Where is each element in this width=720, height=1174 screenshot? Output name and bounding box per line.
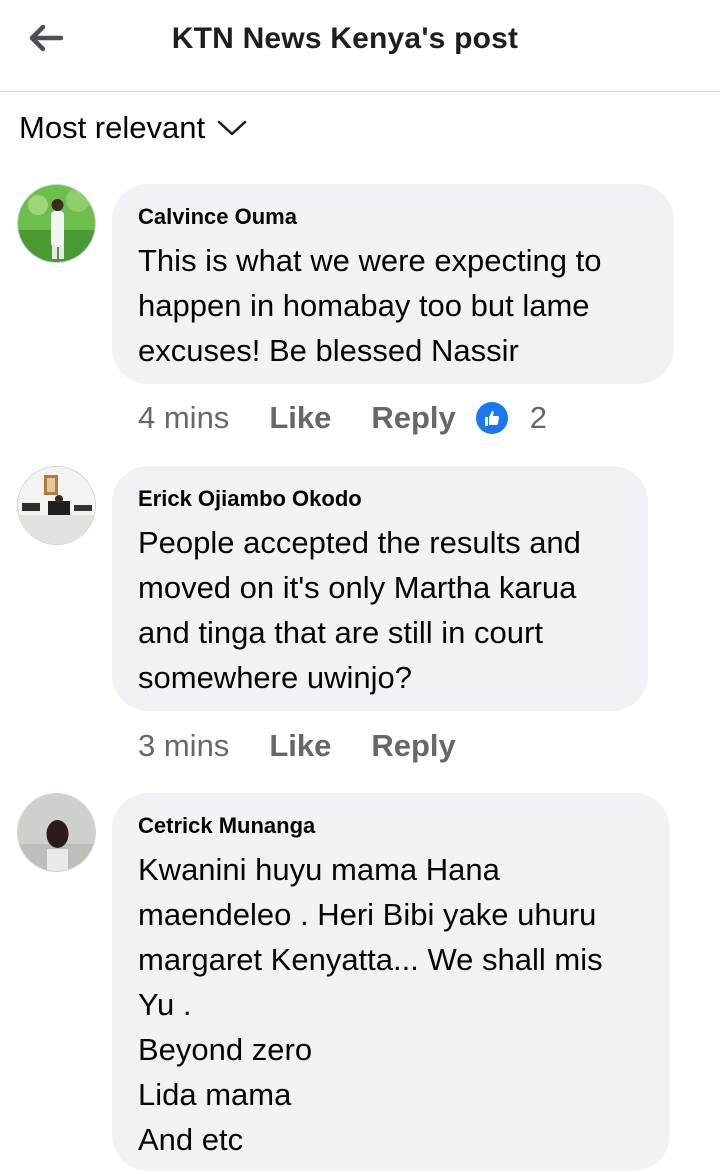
comment-bubble: Erick Ojiambo Okodo People accepted the … <box>112 466 648 711</box>
avatar[interactable] <box>17 184 96 263</box>
reply-button[interactable]: Reply <box>371 728 455 764</box>
sort-label: Most relevant <box>19 110 206 145</box>
comment-author[interactable]: Calvince Ouma <box>138 202 648 232</box>
page-title: KTN News Kenya's post <box>171 22 519 55</box>
like-button[interactable]: Like <box>269 400 331 436</box>
comment-text: Kwanini huyu mama Hana maendeleo . Heri … <box>138 852 603 1157</box>
top-bar: KTN News Kenya's post <box>0 0 720 92</box>
comment-text: People accepted the results and moved on… <box>138 525 581 695</box>
sort-dropdown[interactable]: Most relevant <box>19 108 247 148</box>
comment-actions: 3 mins Like Reply <box>138 728 496 764</box>
comment-timestamp[interactable]: 4 mins <box>138 400 229 436</box>
comment-bubble: Cetrick Munanga Kwanini huyu mama Hana m… <box>112 793 670 1171</box>
comment-author[interactable]: Cetrick Munanga <box>138 811 644 841</box>
avatar[interactable] <box>17 466 96 545</box>
thumbs-up-icon <box>475 402 508 434</box>
comment-bubble: Calvince Ouma This is what we were expec… <box>112 184 674 384</box>
reaction-count: 2 <box>529 400 548 435</box>
reply-button[interactable]: Reply <box>371 400 455 436</box>
comment-text: This is what we were expecting to happen… <box>138 243 602 368</box>
comment-timestamp[interactable]: 3 mins <box>138 728 229 764</box>
reactions-summary[interactable]: 2 <box>475 400 548 436</box>
comment-actions: 4 mins Like Reply 2 <box>138 400 547 436</box>
comment-author[interactable]: Erick Ojiambo Okodo <box>138 484 622 514</box>
like-button[interactable]: Like <box>269 728 331 764</box>
chevron-down-icon <box>217 120 247 136</box>
avatar[interactable] <box>17 793 96 872</box>
